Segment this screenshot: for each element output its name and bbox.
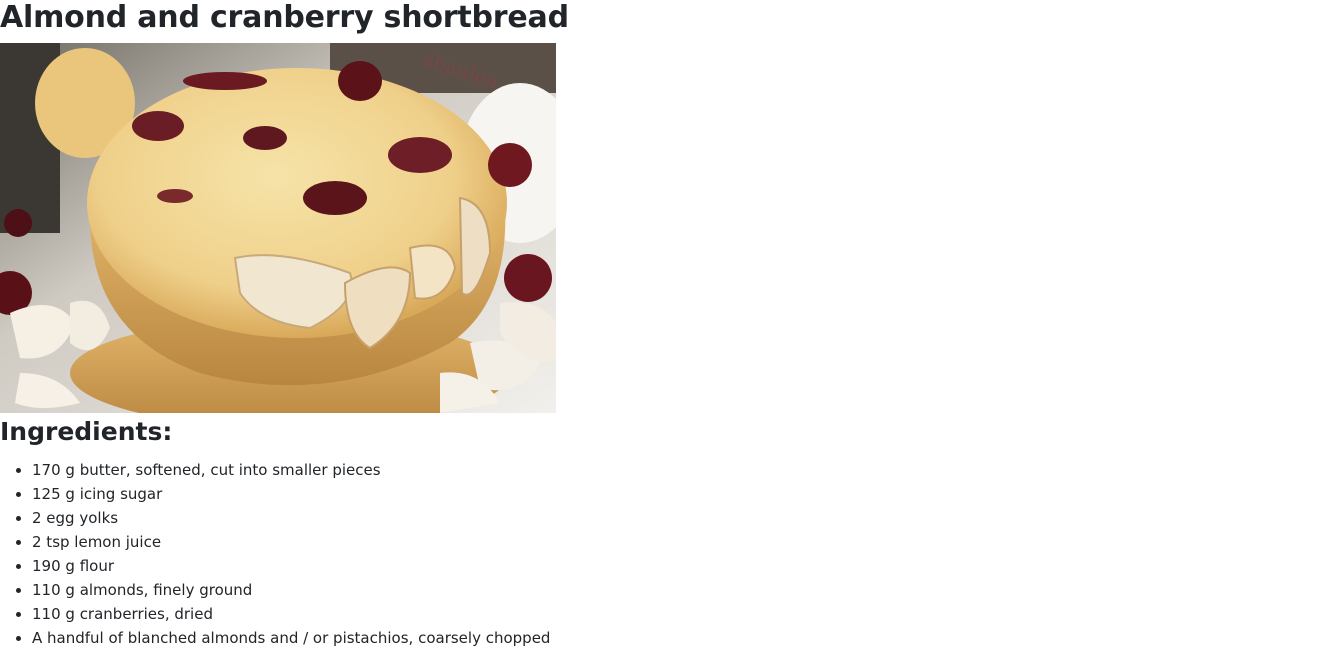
ingredient-item: 125 g icing sugar [32,482,1340,506]
page-title: Almond and cranberry shortbread [0,0,569,35]
shortbread-cookie-image: shanlea [0,43,556,413]
ingredients-list: 170 g butter, softened, cut into smaller… [0,458,1340,646]
ingredient-item: 170 g butter, softened, cut into smaller… [32,458,1340,482]
recipe-photo: shanlea [0,43,556,413]
ingredients-heading: Ingredients: [0,417,173,446]
ingredient-item: A handful of blanched almonds and / or p… [32,626,1340,646]
ingredient-item: 2 tsp lemon juice [32,530,1340,554]
ingredient-item: 110 g almonds, finely ground [32,578,1340,602]
ingredient-item: 2 egg yolks [32,506,1340,530]
ingredient-item: 110 g cranberries, dried [32,602,1340,626]
ingredient-item: 190 g flour [32,554,1340,578]
